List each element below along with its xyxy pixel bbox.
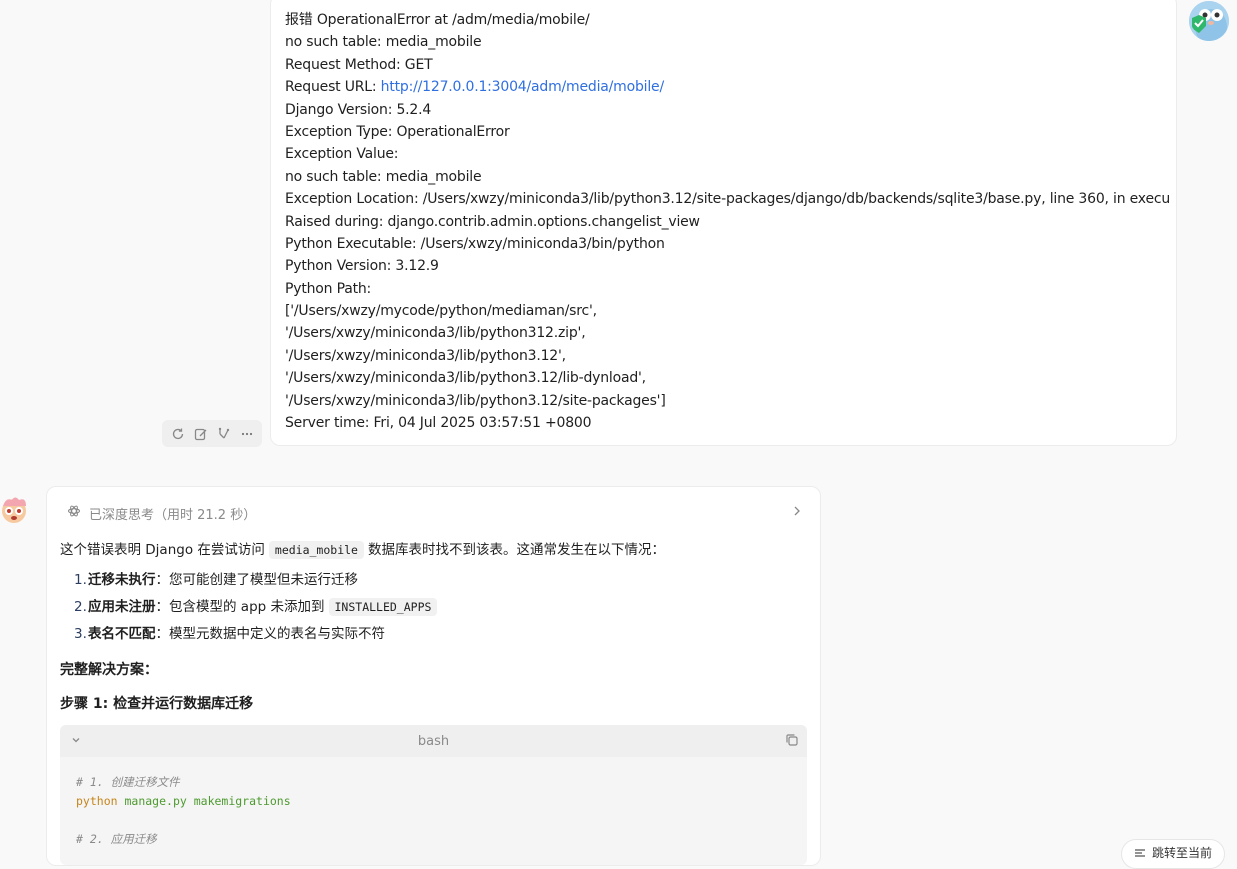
message-line: '/Users/xwzy/miniconda3/lib/python3.12/l… — [285, 370, 646, 387]
user-avatar-image — [1189, 1, 1229, 41]
code-block-header: bash — [60, 725, 807, 757]
message-line: Raised during: django.contrib.admin.opti… — [285, 213, 700, 230]
user-message-text: 报错 OperationalError at /adm/media/mobile… — [285, 9, 1170, 434]
message-line: Django Version: 5.2.4 — [285, 101, 432, 118]
branch-icon[interactable] — [215, 425, 233, 443]
request-url-label: Request URL: — [285, 79, 381, 96]
intro-text-after: 数据库表时找不到该表。这通常发生在以下情况： — [367, 542, 665, 558]
reason-title: 迁移未执行 — [88, 572, 156, 588]
step-heading: 步骤 1: 检查并运行数据库迁移 — [60, 696, 254, 712]
list-item: 2.应用未注册：包含模型的 app 未添加到 INSTALLED_APPS — [74, 594, 441, 621]
code-language: bash — [417, 733, 450, 749]
message-line: Exception Location: /Users/xwzy/minicond… — [285, 191, 1170, 208]
refresh-icon[interactable] — [169, 425, 187, 443]
jump-to-current-button[interactable]: 跳转至当前 — [1121, 839, 1225, 869]
code-comment: # 1. 创建迁移文件 — [76, 775, 180, 789]
code-args: manage.py makemigrations — [124, 794, 291, 808]
more-icon[interactable] — [238, 425, 256, 443]
thinking-toggle[interactable]: 已深度思考（用时 21.2 秒） — [67, 503, 802, 523]
code-comment: # 2. 应用迁移 — [76, 832, 157, 846]
message-line: Python Executable: /Users/xwzy/miniconda… — [285, 235, 665, 252]
message-line: '/Users/xwzy/miniconda3/lib/python312.zi… — [285, 325, 586, 342]
code-content: # 1. 创建迁移文件 python manage.py makemigrati… — [60, 757, 807, 849]
list-number: 1. — [74, 572, 87, 588]
list-item: 3.表名不匹配：模型元数据中定义的表名与实际不符 — [74, 621, 441, 648]
code-block: bash # 1. 创建迁移文件 python manage.py makemi… — [60, 725, 807, 865]
request-url-line: Request URL: http://127.0.0.1:3004/adm/m… — [285, 76, 1170, 98]
code-line: python manage.py makemigrations — [76, 792, 807, 811]
assistant-avatar — [0, 494, 30, 524]
message-line: no such table: media_mobile — [285, 168, 482, 185]
reasons-list: 1.迁移未执行：您可能创建了模型但未运行迁移 2.应用未注册：包含模型的 app… — [74, 567, 441, 648]
chevron-right-icon — [792, 505, 802, 521]
list-number: 3. — [74, 626, 87, 642]
reason-title: 应用未注册 — [88, 599, 156, 615]
copy-icon[interactable] — [785, 733, 799, 751]
message-line: no such table: media_mobile — [285, 34, 482, 51]
message-line: Server time: Fri, 04 Jul 2025 03:57:51 +… — [285, 415, 592, 432]
reason-title: 表名不匹配 — [88, 626, 156, 642]
answer-intro: 这个错误表明 Django 在尝试访问 media_mobile 数据库表时找不到该… — [60, 539, 665, 561]
message-actions — [162, 420, 262, 447]
thinking-icon — [67, 504, 81, 522]
list-icon — [1134, 847, 1146, 862]
message-line: 报错 OperationalError at /adm/media/mobile… — [285, 12, 590, 28]
message-line: Python Path: — [285, 280, 372, 297]
list-item: 1.迁移未执行：您可能创建了模型但未运行迁移 — [74, 567, 441, 594]
user-avatar[interactable] — [1189, 1, 1229, 41]
code-keyword: python — [76, 794, 118, 808]
message-line: Exception Value: — [285, 146, 399, 163]
list-number: 2. — [74, 599, 87, 615]
user-message: 报错 OperationalError at /adm/media/mobile… — [270, 0, 1177, 446]
message-line: '/Users/xwzy/miniconda3/lib/python3.12/s… — [285, 392, 666, 409]
assistant-avatar-image — [2, 497, 26, 523]
inline-code: media_mobile — [268, 541, 364, 559]
reason-text: ：您可能创建了模型但未运行迁移 — [155, 572, 359, 588]
message-line: Request Method: GET — [285, 56, 433, 73]
message-line: ['/Users/xwzy/mycode/python/mediaman/src… — [285, 303, 597, 320]
solution-heading: 完整解决方案： — [60, 662, 158, 678]
intro-text-before: 这个错误表明 Django 在尝试访问 — [60, 542, 265, 558]
message-line: Exception Type: OperationalError — [285, 123, 510, 140]
edit-icon[interactable] — [192, 425, 210, 443]
thinking-label: 已深度思考（用时 21.2 秒） — [89, 507, 257, 523]
reason-text: ：模型元数据中定义的表名与实际不符 — [155, 626, 386, 642]
assistant-message: 已深度思考（用时 21.2 秒） 这个错误表明 Django 在尝试访问 medi… — [46, 486, 821, 866]
jump-label: 跳转至当前 — [1152, 845, 1213, 860]
request-url-link[interactable]: http://127.0.0.1:3004/adm/media/mobile/ — [381, 79, 664, 95]
message-line: Python Version: 3.12.9 — [285, 258, 439, 275]
message-line: '/Users/xwzy/miniconda3/lib/python3.12', — [285, 347, 566, 364]
inline-code: INSTALLED_APPS — [328, 598, 438, 616]
reason-text: ：包含模型的 app 未添加到 — [155, 599, 325, 615]
